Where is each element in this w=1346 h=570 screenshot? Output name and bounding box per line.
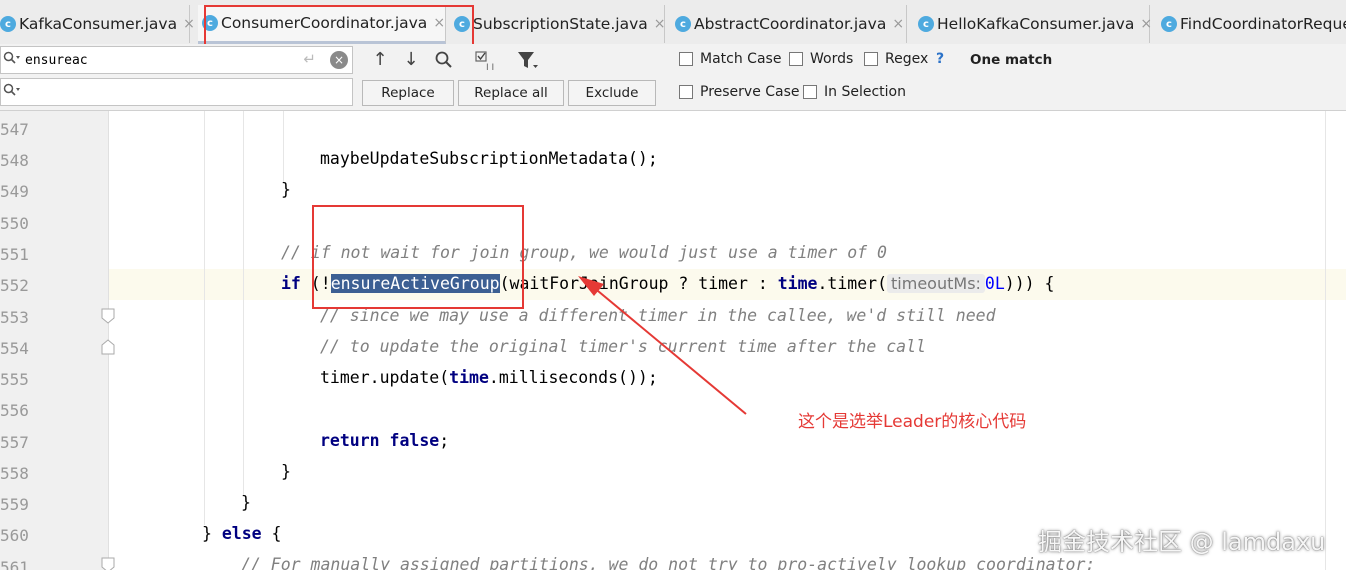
annotation-arrow xyxy=(578,276,747,415)
watermark: 掘金技术社区 @ lamdaxu xyxy=(1038,528,1326,556)
annotation-text: 这个是选举Leader的核心代码 xyxy=(798,412,1027,432)
